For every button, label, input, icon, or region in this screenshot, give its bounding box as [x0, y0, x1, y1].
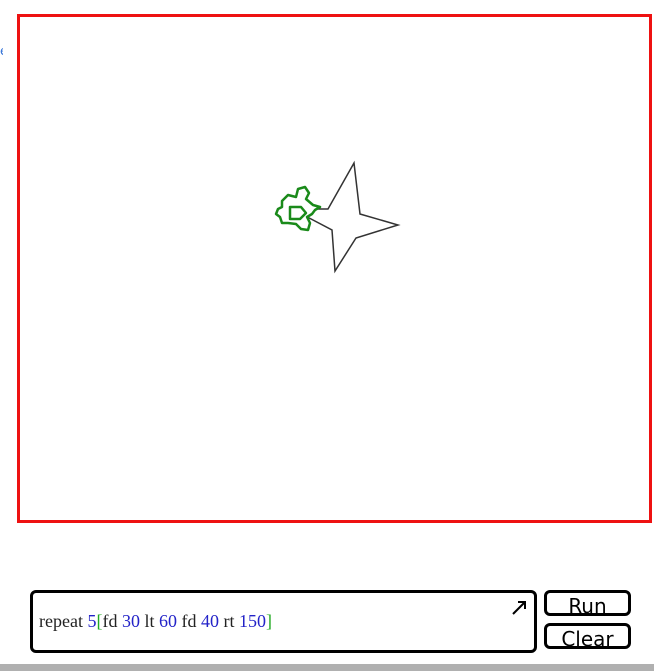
turtle-canvas	[17, 14, 652, 523]
code-token-br: ]	[265, 611, 272, 631]
code-token-kw: rt	[218, 611, 239, 631]
run-button[interactable]: Run	[544, 590, 631, 618]
code-input-line[interactable]: repeat 5[fd 30 lt 60 fd 40 rt 150]	[39, 611, 272, 632]
code-token-kw: repeat	[39, 611, 88, 631]
code-token-num: 150	[238, 611, 266, 631]
code-editor[interactable]: repeat 5[fd 30 lt 60 fd 40 rt 150]	[30, 590, 537, 653]
code-token-kw: fd	[176, 611, 201, 631]
arrow-up-right-icon[interactable]	[510, 599, 528, 617]
code-token-kw: lt	[139, 611, 159, 631]
code-token-num: 60	[158, 611, 177, 631]
partial-link-edge: e	[0, 44, 3, 58]
bottom-scrollbar[interactable]	[0, 664, 654, 671]
clear-button[interactable]: Clear	[544, 623, 631, 651]
code-token-kw: fd	[102, 611, 122, 631]
drawing-surface	[274, 160, 401, 274]
code-token-num: 40	[200, 611, 219, 631]
code-token-num: 30	[121, 611, 140, 631]
turtle-icon	[274, 185, 322, 232]
